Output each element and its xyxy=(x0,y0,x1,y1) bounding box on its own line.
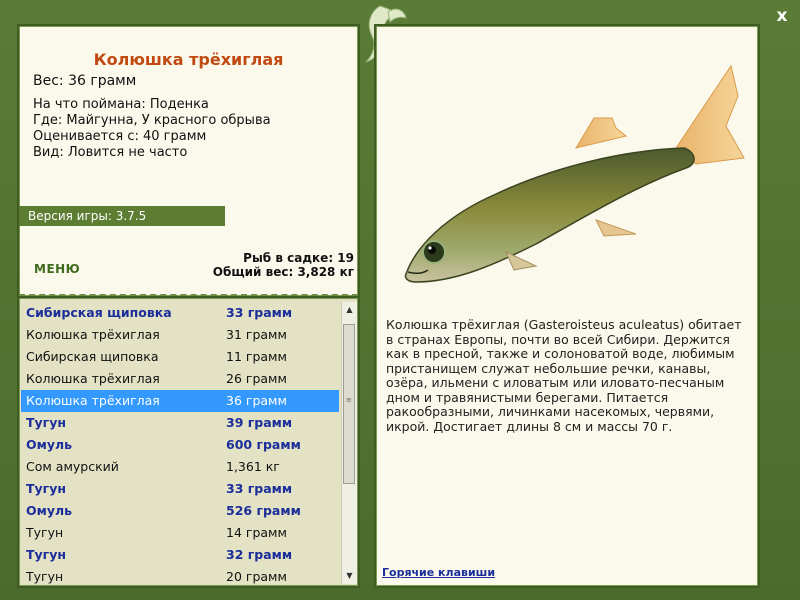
list-item[interactable]: Тугун 20 грамм xyxy=(21,566,339,588)
list-item[interactable]: Сибирская щиповка 33 грамм xyxy=(21,302,339,324)
list-item-weight: 11 грамм xyxy=(226,349,287,364)
version-bar: Версия игры: 3.7.5 xyxy=(19,206,225,226)
list-item-name: Колюшка трёхиглая xyxy=(26,371,160,386)
scroll-thumb[interactable]: ≡ xyxy=(343,324,355,484)
fish-description: Колюшка трёхиглая (Gasteroisteus aculeat… xyxy=(386,317,742,434)
list-item[interactable]: Омуль 600 грамм xyxy=(21,434,339,456)
list-item-name: Тугун xyxy=(26,569,64,584)
list-item[interactable]: Сибирская щиповка 11 грамм xyxy=(21,346,339,368)
list-item-weight: 32 грамм xyxy=(226,547,293,562)
list-item-weight: 20 грамм xyxy=(226,569,287,584)
arrow-up-icon[interactable]: ▲ xyxy=(342,302,357,318)
fish-count: Рыб в садке: 19 xyxy=(243,251,354,265)
list-item-weight: 14 грамм xyxy=(226,525,287,540)
list-item-weight: 36 грамм xyxy=(226,393,287,408)
list-item-weight: 600 грамм xyxy=(226,437,301,452)
list-item-weight: 526 грамм xyxy=(226,503,301,518)
menu-button[interactable]: МЕНЮ xyxy=(34,262,80,276)
list-item[interactable]: Тугун 14 грамм xyxy=(21,522,339,544)
list-item-name: Сом амурский xyxy=(26,459,119,474)
list-item-weight: 33 грамм xyxy=(226,481,293,496)
list-item-name: Тугун xyxy=(26,415,66,430)
caught-on-text: На что поймана: Поденка xyxy=(33,97,209,112)
fish-info-panel: Колюшка трёхиглая Вес: 36 грамм На что п… xyxy=(17,24,360,298)
list-item-weight: 31 грамм xyxy=(226,327,287,342)
list-item-weight: 39 грамм xyxy=(226,415,293,430)
grip-icon: ≡ xyxy=(346,396,352,404)
list-item[interactable]: Тугун 39 грамм xyxy=(21,412,339,434)
list-item-weight: 33 грамм xyxy=(226,305,293,320)
fish-image xyxy=(404,64,745,283)
list-item-weight: 26 грамм xyxy=(226,371,287,386)
list-item-name: Тугун xyxy=(26,547,66,562)
list-item[interactable]: Тугун 33 грамм xyxy=(21,478,339,500)
catch-stats: Рыб в садке: 19 Общий вес: 3,828 кг xyxy=(213,251,354,279)
catch-list: Сибирская щиповка 33 грамм Колюшка трёхигл… xyxy=(21,302,339,588)
location-text: Где: Майгунна, У красного обрыва xyxy=(33,113,271,128)
list-item[interactable]: Колюшка трёхиглая 26 грамм xyxy=(21,368,339,390)
list-item[interactable]: Сом амурский 1,361 кг xyxy=(21,456,339,478)
fish-detail-panel: Колюшка трёхиглая (Gasteroisteus aculeat… xyxy=(374,24,760,588)
list-item-name: Тугун xyxy=(26,481,66,496)
list-item-name: Тугун xyxy=(26,525,64,540)
value-text: Оценивается с: 40 грамм xyxy=(33,129,207,144)
list-item[interactable]: Тугун 32 грамм xyxy=(21,544,339,566)
list-item-name: Сибирская щиповка xyxy=(26,305,172,320)
list-item-name: Колюшка трёхиглая xyxy=(26,393,160,408)
hotkeys-link[interactable]: Горячие клавиши xyxy=(382,566,495,579)
list-item-weight: 1,361 кг xyxy=(226,459,280,474)
total-weight: Общий вес: 3,828 кг xyxy=(212,265,354,279)
list-item-name: Омуль xyxy=(26,437,73,452)
list-item[interactable]: Омуль 526 грамм xyxy=(21,500,339,522)
list-item-name: Колюшка трёхиглая xyxy=(26,327,160,342)
close-icon[interactable]: x xyxy=(772,6,792,26)
list-item[interactable]: Колюшка трёхиглая 36 грамм xyxy=(21,390,339,412)
fish-weight: Вес: 36 грамм xyxy=(33,73,137,89)
list-scrollbar[interactable]: ▲ ≡ ▼ xyxy=(341,302,357,584)
list-item[interactable]: Колюшка трёхиглая 31 грамм xyxy=(21,324,339,346)
arrow-down-icon[interactable]: ▼ xyxy=(342,568,357,584)
fish-title: Колюшка трёхиглая xyxy=(93,50,284,69)
list-item-name: Сибирская щиповка xyxy=(26,349,159,364)
rarity-text: Вид: Ловится не часто xyxy=(33,145,188,160)
catch-list-panel: Сибирская щиповка 33 грамм Колюшка трёхигл… xyxy=(17,296,360,588)
list-item-name: Омуль xyxy=(26,503,73,518)
